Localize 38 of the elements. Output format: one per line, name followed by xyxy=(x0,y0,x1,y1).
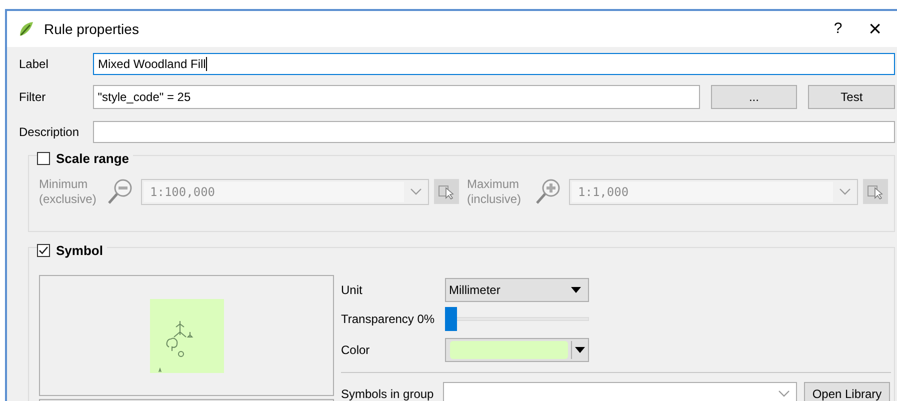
zoom-in-icon xyxy=(535,178,561,206)
description-field[interactable] xyxy=(93,120,895,142)
scale-value: 1:1,000 xyxy=(572,182,833,202)
app-logo-icon xyxy=(17,20,35,38)
zoom-out-icon xyxy=(107,178,133,206)
dropdown-arrow-icon xyxy=(575,347,585,353)
group-title: Scale range xyxy=(56,150,129,168)
test-button[interactable]: Test xyxy=(808,84,896,108)
expression-button[interactable]: ... xyxy=(710,84,798,108)
dropdown-arrow-icon xyxy=(571,287,581,293)
transparency-label: Transparency 0% xyxy=(341,311,436,328)
field-label: Label xyxy=(19,56,50,73)
open-library-button[interactable]: Open Library xyxy=(804,382,890,401)
filter-field[interactable]: "style_code" = 25 xyxy=(92,84,700,108)
label-field[interactable]: Mixed Woodland Fill xyxy=(93,53,895,75)
transparency-slider[interactable] xyxy=(445,307,589,331)
symbols-in-group-label: Symbols in group xyxy=(341,386,435,401)
close-button[interactable]: × xyxy=(853,18,897,40)
unit-label: Unit xyxy=(341,282,364,299)
unit-dropdown[interactable]: Millimeter xyxy=(445,278,589,302)
cursor-icon xyxy=(866,184,884,200)
color-label: Color xyxy=(341,342,371,359)
color-button[interactable] xyxy=(445,338,589,362)
checkbox[interactable] xyxy=(37,244,50,258)
field-label: Filter xyxy=(19,88,47,106)
chevron-down-icon xyxy=(778,390,790,398)
chevron-down-icon xyxy=(839,188,851,196)
chevron-down-icon xyxy=(410,188,422,196)
group-title: Symbol xyxy=(56,242,103,260)
scale-value: 1:100,000 xyxy=(144,182,404,202)
symbol-group-combo[interactable] xyxy=(443,382,797,401)
maximum-scale-label: Maximum (inclusive) xyxy=(467,176,522,206)
help-button[interactable]: ? xyxy=(823,18,853,40)
minimum-scale-label: Minimum (exclusive) xyxy=(39,176,98,206)
field-label: Description xyxy=(19,124,80,140)
cursor-icon xyxy=(438,184,456,200)
slider-thumb[interactable] xyxy=(445,307,457,331)
window-title: Rule properties xyxy=(44,20,139,39)
